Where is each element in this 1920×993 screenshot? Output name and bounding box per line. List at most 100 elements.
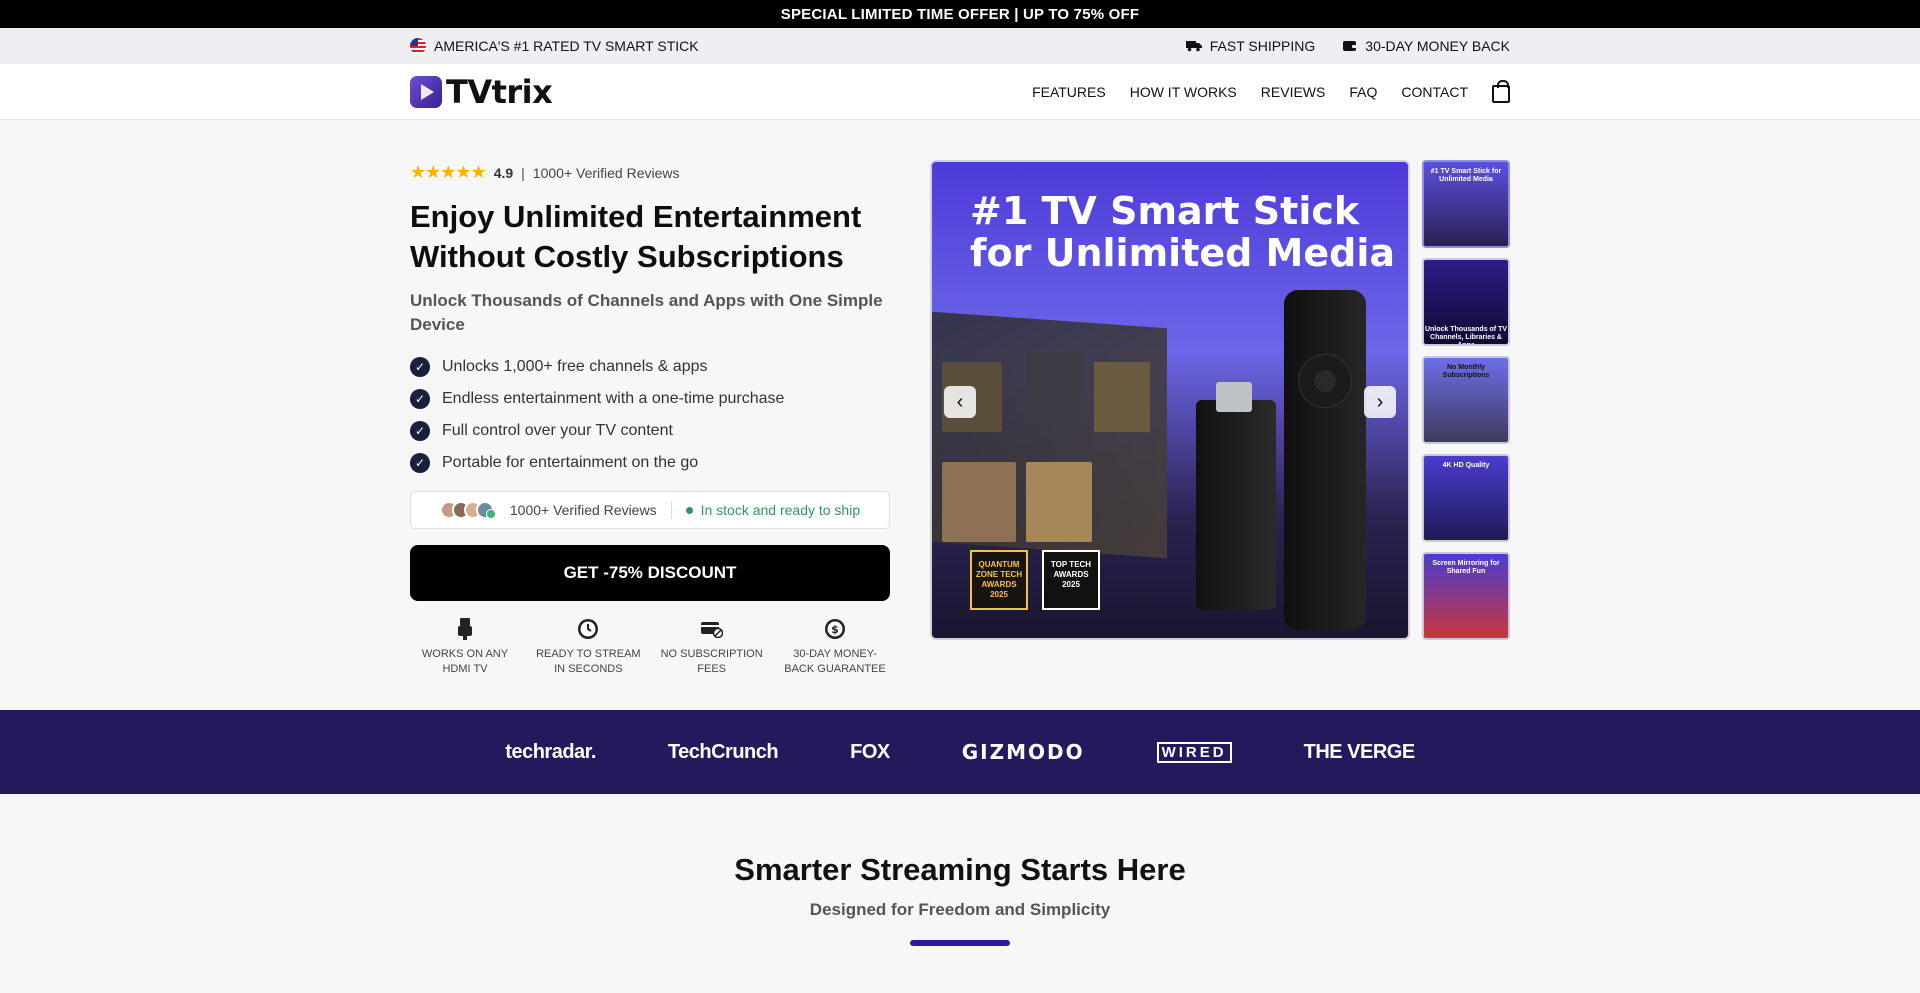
logo-mark-icon [410,75,442,108]
check-icon: ✓ [410,421,430,441]
hdmi-plug-icon [458,618,472,640]
badge-hdmi-line2: HDMI TV [442,663,488,675]
badge-ready-line1: READY TO STREAM [536,648,641,660]
check-icon: ✓ [410,453,430,473]
accent-divider [910,940,1010,946]
hero-title-line1: Enjoy Unlimited Entertainment [410,199,862,234]
hdmi-connector-graphic [1216,382,1252,412]
remote-dpad-graphic [1298,354,1352,408]
no-card-icon [700,622,723,638]
product-gallery: #1 TV Smart Stick for Unlimited Media QU… [930,160,1510,710]
review-count: 1000+ Verified Reviews [532,164,680,181]
main-image-line2: for Unlimited Media [970,231,1396,275]
rating-separator: | [521,164,525,181]
trust-badges: WORKS ON ANY HDMI TV READY TO STREAM IN … [410,617,890,677]
techcrunch-logo: TechCrunch [667,740,779,763]
badge-guarantee: $ 30-DAY MONEY- BACK GUARANTEE [780,617,890,677]
rating-row: ★★★★★ 4.9 | 1000+ Verified Reviews [410,162,890,183]
badge-no-fees-line1: NO SUBSCRIPTION [660,648,763,660]
badge-guarantee-line1: 30-DAY MONEY- [793,648,877,660]
clock-icon [578,619,599,639]
main-image-line1: #1 TV Smart Stick [970,189,1360,233]
techradar-logo: techradar. [505,740,596,763]
feature-text: Full control over your TV content [442,422,673,439]
content-tile [1026,352,1082,424]
in-stock-dot-icon [685,506,693,514]
stock-text: In stock and ready to ship [700,502,861,518]
award-badge: QUANTUM ZONE TECH AWARDS 2025 [970,550,1028,610]
promo-text: SPECIAL LIMITED TIME OFFER | UP TO 75% O… [780,5,1140,23]
nav-faq[interactable]: FAQ [1349,84,1377,100]
hero-title: Enjoy Unlimited Entertainment Without Co… [410,197,890,277]
the-verge-logo: THE VERGE [1303,740,1416,763]
badge-hdmi-line1: WORKS ON ANY [421,648,509,660]
main-nav: FEATURES HOW IT WORKS REVIEWS FAQ CONTAC… [1032,79,1510,103]
next-image-button[interactable]: › [1364,386,1396,418]
tv-stick-graphic [1196,400,1276,610]
cart-icon[interactable] [1492,79,1510,103]
badge-no-fees-line2: FEES [697,663,727,675]
nav-how-it-works[interactable]: HOW IT WORKS [1130,84,1237,100]
badge-ready: READY TO STREAM IN SECONDS [533,617,643,677]
award-badge: TOP TECH AWARDS 2025 [1042,550,1100,610]
svg-text:$: $ [831,623,839,636]
content-tile [1026,462,1092,542]
truck-icon [1185,41,1202,52]
logo[interactable]: TVtrix [410,72,553,111]
nav-contact[interactable]: CONTACT [1401,84,1468,100]
social-proof-box: 1000+ Verified Reviews In stock and read… [410,491,890,529]
promo-bar: SPECIAL LIMITED TIME OFFER | UP TO 75% O… [0,0,1920,28]
tagline: AMERICA'S #1 RATED TV SMART STICK [434,38,699,54]
section-subtitle: Designed for Freedom and Simplicity [809,900,1111,919]
badge-ready-line2: IN SECONDS [554,663,623,675]
customer-avatars [439,501,496,519]
gizmodo-logo: GIZMODO [961,740,1085,764]
fox-logo: FOX [850,740,890,763]
wallet-icon [1343,41,1358,51]
thumbnail[interactable]: Unlock Thousands of TV Channels, Librari… [1422,258,1510,346]
site-header: TVtrix FEATURES HOW IT WORKS REVIEWS FAQ… [0,64,1920,120]
intro-section: Smarter Streaming Starts Here Designed f… [0,794,1920,946]
check-icon: ✓ [410,357,430,377]
feature-text: Portable for entertainment on the go [442,454,699,471]
wired-logo: WIRED [1156,741,1232,763]
feature-text: Unlocks 1,000+ free channels & apps [442,358,708,375]
thumbnail[interactable]: #1 TV Smart Stick for Unlimited Media [1422,160,1510,248]
remote-graphic [1284,290,1366,630]
section-title: Smarter Streaming Starts Here [734,852,1186,887]
thumbnail[interactable]: Screen Mirroring for Shared Fun [1422,552,1510,640]
main-product-image[interactable]: #1 TV Smart Stick for Unlimited Media QU… [930,160,1410,640]
thumbnail-list: #1 TV Smart Stick for Unlimited Media Un… [1422,160,1510,710]
badge-hdmi: WORKS ON ANY HDMI TV [410,617,520,677]
hero-title-line2: Without Costly Subscriptions [410,239,844,274]
feature-text: Endless entertainment with a one-time pu… [442,390,785,407]
check-icon: ✓ [410,389,430,409]
main-image-headline: #1 TV Smart Stick for Unlimited Media [970,190,1395,274]
money-back-icon: $ [824,619,845,639]
badge-no-fees: NO SUBSCRIPTION FEES [657,617,767,677]
content-tile [1094,362,1150,432]
feature-item: ✓ Endless entertainment with a one-time p… [410,383,890,415]
verified-icon [485,509,496,519]
feature-item: ✓ Full control over your TV content [410,415,890,447]
nav-reviews[interactable]: REVIEWS [1261,84,1326,100]
divider [670,501,672,519]
verified-reviews-text: 1000+ Verified Reviews [509,502,657,518]
prev-image-button[interactable]: ‹ [944,386,976,418]
hero-section: ★★★★★ 4.9 | 1000+ Verified Reviews Enjoy… [410,120,1510,710]
feature-list: ✓ Unlocks 1,000+ free channels & apps ✓ En… [410,351,890,479]
press-logos-bar: techradar. TechCrunch FOX GIZMODO WIRED … [0,710,1920,794]
star-rating-icon: ★★★★★ [410,162,487,182]
nav-features[interactable]: FEATURES [1032,84,1106,100]
feature-item: ✓ Unlocks 1,000+ free channels & apps [410,351,890,383]
feature-item: ✓ Portable for entertainment on the go [410,447,890,479]
stock-status: In stock and ready to ship [685,502,861,518]
thumbnail[interactable]: 4K HD Quality [1422,454,1510,542]
get-discount-button[interactable]: GET -75% DISCOUNT [410,545,890,601]
info-bar: AMERICA'S #1 RATED TV SMART STICK FAST S… [0,28,1920,64]
hero-subtitle: Unlock Thousands of Channels and Apps wi… [410,291,883,334]
thumbnail[interactable]: No Monthly Subscriptions [1422,356,1510,444]
logo-text: TVtrix [446,72,553,111]
fast-shipping-label: FAST SHIPPING [1209,38,1316,54]
content-tile [942,462,1016,542]
